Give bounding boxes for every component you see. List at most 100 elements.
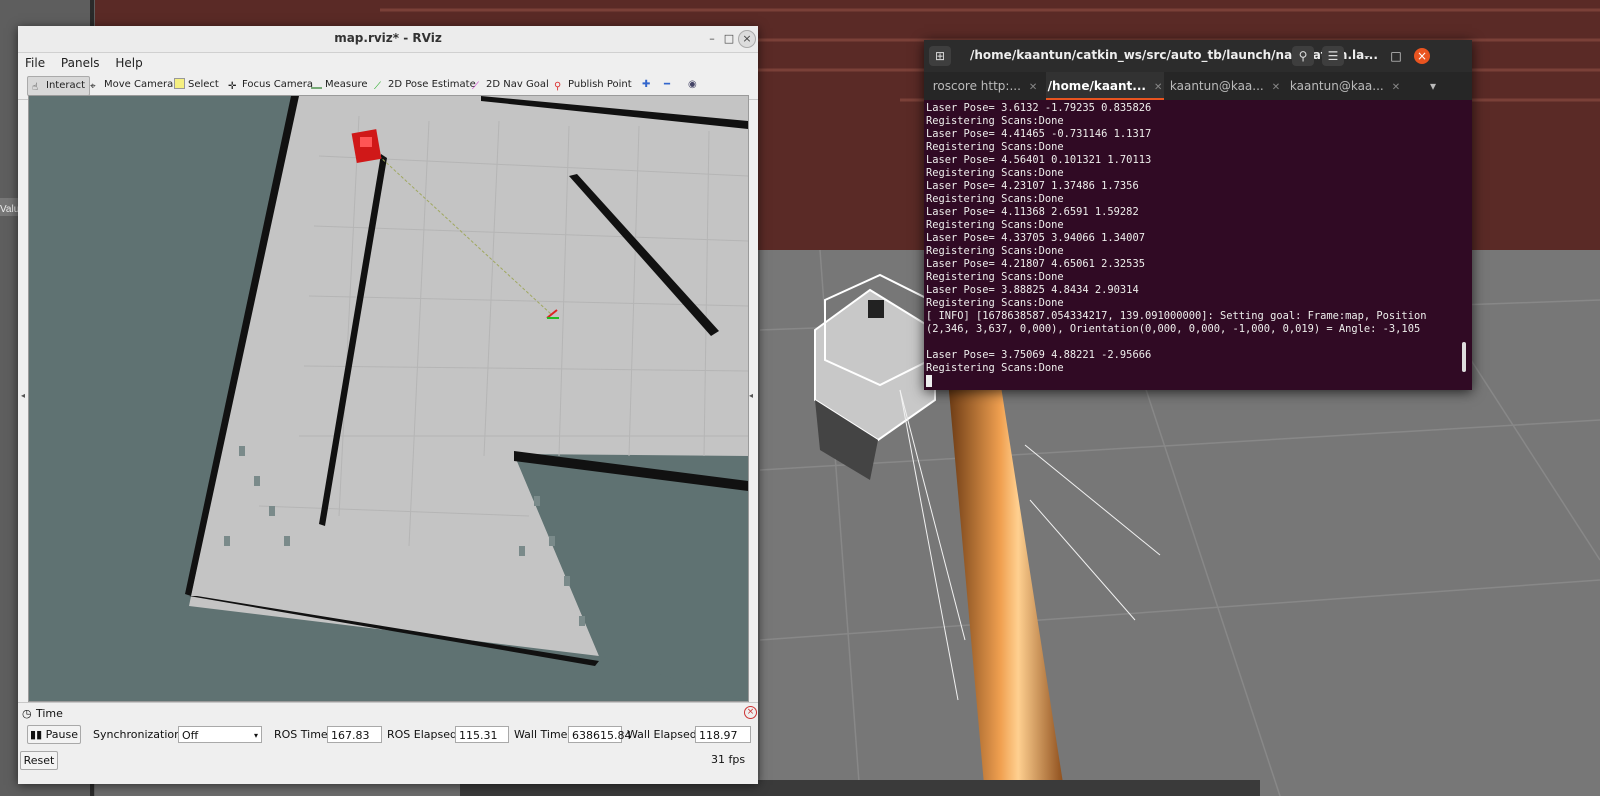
terminal-scrollbar[interactable] xyxy=(1462,342,1466,372)
tool-label: Interact xyxy=(46,80,86,91)
menu-panels[interactable]: Panels xyxy=(54,53,105,70)
tool-label: 2D Nav Goal xyxy=(486,79,549,90)
tool-label: 2D Pose Estimate xyxy=(388,79,476,90)
search-icon[interactable]: ⚲ xyxy=(1292,46,1314,66)
tab-label: roscore http:... xyxy=(932,79,1021,93)
maximize-icon[interactable]: □ xyxy=(1385,46,1407,66)
time-panel: ◷ Time × ▮▮ Pause Synchronization: Off ▾ … xyxy=(18,702,758,784)
rviz-titlebar[interactable]: map.rviz* - RViz – □ × xyxy=(18,26,758,53)
wall-elapsed-field[interactable]: 118.97 xyxy=(695,726,751,743)
map-pin-icon: ⚲ xyxy=(554,81,562,92)
map-viewport[interactable] xyxy=(28,95,749,702)
terminal-window[interactable]: ⊞ /home/kaantun/catkin_ws/src/auto_tb/la… xyxy=(924,40,1472,390)
terminal-line: (2,346, 3,637, 0,000), Orientation(0,000… xyxy=(926,323,1421,335)
minimize-icon[interactable]: – xyxy=(1356,46,1378,66)
dropdown-icon: ▾ xyxy=(253,731,258,740)
close-icon[interactable]: × xyxy=(738,30,756,48)
clock-icon: ◷ xyxy=(22,707,32,720)
close-icon[interactable]: × xyxy=(1414,48,1430,64)
select-box-icon xyxy=(174,78,185,89)
menubar: File Panels Help xyxy=(18,53,758,73)
terminal-tab-active[interactable]: /home/kaant... ✕ xyxy=(1046,72,1164,100)
reset-button[interactable]: Reset xyxy=(20,751,58,770)
menu-help[interactable]: Help xyxy=(108,53,147,70)
wall-elapsed-label: Wall Elapsed: xyxy=(627,728,701,741)
terminal-tab[interactable]: roscore http:... ✕ xyxy=(926,72,1044,100)
ros-elapsed-label: ROS Elapsed: xyxy=(387,728,461,741)
wall-time-label: Wall Time: xyxy=(514,728,572,741)
wall-time-field[interactable]: 638615.84 xyxy=(568,726,632,743)
camera-icon: ⌖ xyxy=(90,81,96,92)
tool-measure[interactable]: Measure xyxy=(307,76,372,94)
terminal-line: Registering Scans:Done xyxy=(926,115,1064,127)
side-label: Valu xyxy=(0,204,19,215)
add-tool-icon[interactable]: ✚ xyxy=(638,76,654,94)
tab-label: /home/kaant... xyxy=(1047,79,1146,93)
eye-icon[interactable]: ◉ xyxy=(684,76,701,94)
tool-move-camera[interactable]: ⌖ Move Camera xyxy=(86,76,177,94)
terminal-tab[interactable]: kaantun@kaa... ✕ xyxy=(1286,72,1404,100)
close-tab-icon[interactable]: ✕ xyxy=(1392,82,1400,93)
tool-2d-pose-estimate[interactable]: ⟋ 2D Pose Estimate xyxy=(370,76,480,94)
terminal-line: Laser Pose= 4.11368 2.6591 1.59282 xyxy=(926,206,1139,218)
terminal-line: Registering Scans:Done xyxy=(926,167,1064,179)
tab-label: kaantun@kaa... xyxy=(1289,79,1384,93)
tool-2d-nav-goal[interactable]: ⟋ 2D Nav Goal xyxy=(468,76,553,94)
sync-select[interactable]: Off ▾ xyxy=(178,726,262,743)
panel-close-icon[interactable]: × xyxy=(744,706,757,719)
terminal-line: Registering Scans:Done xyxy=(926,362,1064,374)
terminal-headerbar[interactable]: ⊞ /home/kaantun/catkin_ws/src/auto_tb/la… xyxy=(924,40,1472,72)
pause-icon: ▮▮ xyxy=(30,728,43,741)
fps-label: 31 fps xyxy=(711,753,746,766)
hamburger-menu-icon[interactable]: ☰ xyxy=(1322,46,1344,66)
maximize-icon[interactable]: □ xyxy=(721,31,737,47)
close-tab-icon[interactable]: ✕ xyxy=(1029,82,1037,93)
terminal-line: Laser Pose= 4.33705 3.94066 1.34007 xyxy=(926,232,1145,244)
terminal-line: Laser Pose= 3.6132 -1.79235 0.835826 xyxy=(926,102,1152,114)
pause-label: Pause xyxy=(45,728,78,741)
terminal-line: Laser Pose= 3.88825 4.8434 2.90314 xyxy=(926,284,1139,296)
menu-file[interactable]: File xyxy=(18,53,50,70)
tool-focus-camera[interactable]: ✛ Focus Camera xyxy=(224,76,317,94)
terminal-line: Registering Scans:Done xyxy=(926,219,1064,231)
robot-marker xyxy=(351,129,382,164)
terminal-output[interactable]: Laser Pose= 3.6132 -1.79235 0.835826 Regi… xyxy=(924,102,1460,390)
time-panel-title: Time xyxy=(36,707,63,720)
terminal-cursor xyxy=(926,375,932,387)
remove-tool-icon[interactable]: ━ xyxy=(660,76,674,94)
terminal-tabbar: roscore http:... ✕ /home/kaant... ✕ kaantu… xyxy=(924,72,1472,100)
ros-time-field[interactable]: 167.83 xyxy=(327,726,382,743)
tool-select[interactable]: Select xyxy=(170,76,223,94)
terminal-line: Registering Scans:Done xyxy=(926,297,1064,309)
tool-interact[interactable]: ☝ Interact xyxy=(27,76,91,96)
ros-elapsed-field[interactable]: 115.31 xyxy=(455,726,509,743)
terminal-title: /home/kaantun/catkin_ws/src/auto_tb/laun… xyxy=(970,48,1378,62)
tool-label: Move Camera xyxy=(104,79,174,90)
close-tab-icon[interactable]: ✕ xyxy=(1272,82,1280,93)
terminal-line: Laser Pose= 4.23107 1.37486 1.7356 xyxy=(926,180,1139,192)
tool-label: Measure xyxy=(325,79,368,90)
tool-label: Focus Camera xyxy=(242,79,313,90)
tool-publish-point[interactable]: ⚲ Publish Point xyxy=(550,76,636,94)
close-tab-icon[interactable]: ✕ xyxy=(1154,82,1162,93)
terminal-line: Registering Scans:Done xyxy=(926,193,1064,205)
terminal-line: Registering Scans:Done xyxy=(926,245,1064,257)
collapse-right-icon[interactable]: ◂ xyxy=(749,391,753,400)
new-tab-icon[interactable]: ⊞ xyxy=(929,46,951,66)
tab-list-dropdown-icon[interactable]: ▾ xyxy=(1418,72,1448,100)
collapse-left-icon[interactable]: ◂ xyxy=(21,391,25,400)
sync-value: Off xyxy=(182,729,199,742)
hand-cursor-icon: ☝ xyxy=(32,82,39,93)
minimize-icon[interactable]: – xyxy=(704,31,720,47)
ruler-icon xyxy=(311,81,322,89)
sync-label: Synchronization: xyxy=(93,728,185,741)
pause-button[interactable]: ▮▮ Pause xyxy=(27,725,81,744)
terminal-tab[interactable]: kaantun@kaa... ✕ xyxy=(1166,72,1284,100)
magenta-arrow-icon: ⟋ xyxy=(472,81,479,92)
rviz-window[interactable]: map.rviz* - RViz – □ × File Panels Help … xyxy=(18,26,758,784)
tool-label: Select xyxy=(188,79,219,90)
terminal-line: Laser Pose= 4.56401 0.101321 1.70113 xyxy=(926,154,1152,166)
terminal-line: [ INFO] [1678638587.054334217, 139.09100… xyxy=(926,310,1427,322)
terminal-line: Registering Scans:Done xyxy=(926,141,1064,153)
